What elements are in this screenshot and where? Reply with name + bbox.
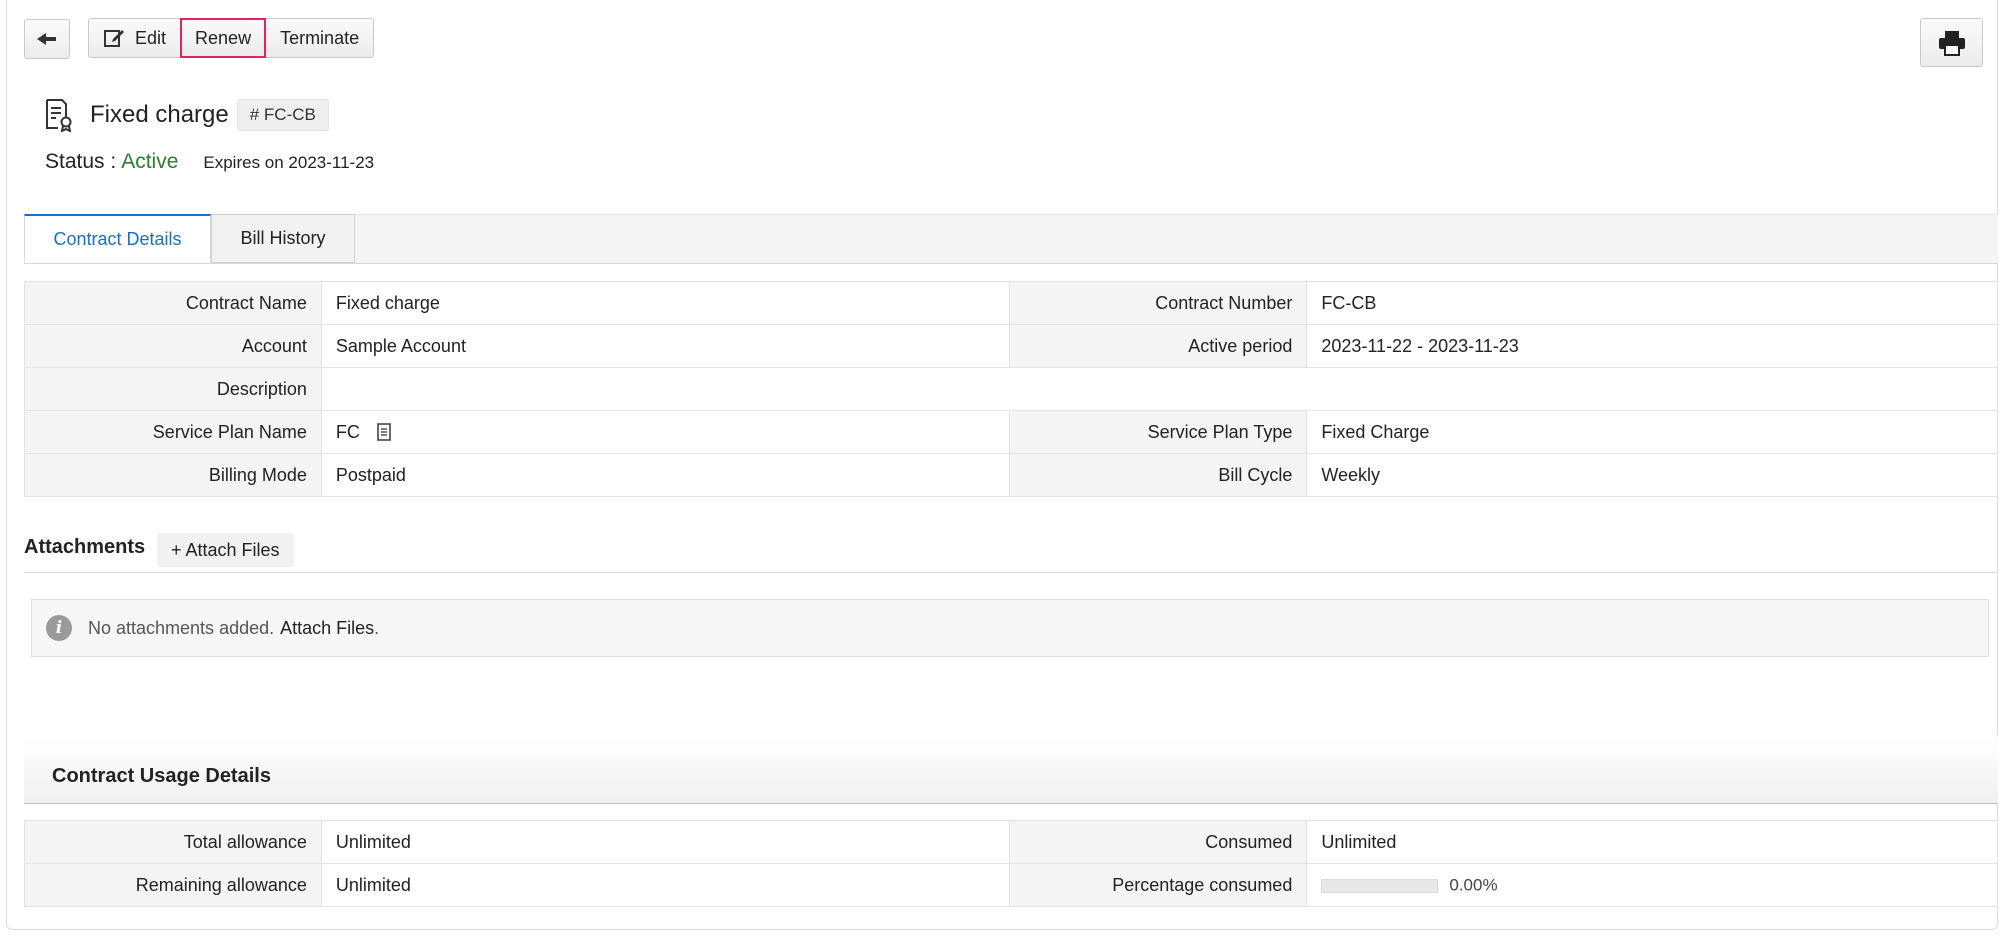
attachments-empty-suffix: .	[374, 617, 380, 638]
service-plan-name-cell: FC	[320, 410, 1011, 454]
contract-header: Fixed charge # FC-CB	[44, 98, 329, 132]
percentage-consumed-label: Percentage consumed	[1009, 863, 1308, 907]
table-row: Remaining allowance Unlimited Percentage…	[24, 863, 1998, 907]
table-row: Account Sample Account Active period 202…	[24, 324, 1998, 368]
active-period-label: Active period	[1009, 324, 1308, 368]
action-button-group: Edit Renew Terminate	[88, 18, 375, 58]
usage-title: Contract Usage Details	[52, 765, 271, 787]
contract-number-value: FC-CB	[1306, 281, 1998, 325]
service-plan-type-label: Service Plan Type	[1009, 410, 1308, 454]
renew-label: Renew	[195, 27, 252, 48]
usage-progress-bar	[1321, 878, 1439, 893]
billing-mode-label: Billing Mode	[24, 453, 322, 497]
edit-icon	[104, 30, 124, 47]
status-value: Active	[121, 150, 179, 173]
back-button[interactable]	[24, 19, 70, 59]
consumed-label: Consumed	[1009, 820, 1308, 864]
description-label: Description	[24, 367, 322, 411]
table-row: Contract Name Fixed charge Contract Numb…	[24, 281, 1998, 325]
info-icon: i	[46, 615, 72, 641]
account-value: Sample Account	[320, 324, 1011, 368]
bill-cycle-value: Weekly	[1306, 453, 1998, 497]
billing-mode-value: Postpaid	[320, 453, 1011, 497]
contract-name-label: Contract Name	[24, 281, 322, 325]
edit-button[interactable]: Edit	[88, 18, 182, 58]
status-row: Status : Active Expires on 2023-11-23	[45, 150, 374, 174]
attachments-empty-text: No attachments added.	[88, 617, 275, 638]
tab-bar: Contract Details Bill History	[24, 214, 1998, 264]
remaining-allowance-value: Unlimited	[320, 863, 1011, 907]
tab-contract-details[interactable]: Contract Details	[24, 214, 211, 263]
tab-bill-history[interactable]: Bill History	[211, 214, 355, 263]
attachments-title: Attachments	[24, 536, 146, 558]
document-icon[interactable]	[377, 422, 391, 441]
description-value	[320, 367, 1999, 411]
usage-header: Contract Usage Details	[24, 735, 1998, 804]
active-period-value: 2023-11-22 - 2023-11-23	[1306, 324, 1998, 368]
status-label: Status :	[45, 150, 117, 173]
print-button[interactable]	[1920, 18, 1983, 67]
contract-name-value: Fixed charge	[320, 281, 1011, 325]
contract-certificate-icon	[46, 99, 72, 132]
attach-files-link[interactable]: Attach Files	[280, 618, 374, 639]
bill-cycle-label: Bill Cycle	[1009, 453, 1308, 497]
contract-details-table: Contract Name Fixed charge Contract Numb…	[24, 281, 1999, 497]
usage-table: Total allowance Unlimited Consumed Unlim…	[24, 820, 1998, 907]
total-allowance-value: Unlimited	[320, 820, 1011, 864]
service-plan-name-value: FC	[335, 421, 360, 442]
expiry-text: Expires on 2023-11-23	[203, 153, 375, 172]
consumed-value: Unlimited	[1306, 820, 1998, 864]
attachments-empty-message: i No attachments added. Attach Files.	[31, 599, 1989, 657]
attach-files-button[interactable]: + Attach Files	[157, 533, 294, 567]
contract-number-badge: # FC-CB	[236, 99, 329, 131]
service-plan-name-label: Service Plan Name	[24, 410, 322, 454]
total-allowance-label: Total allowance	[24, 820, 322, 864]
table-row: Billing Mode Postpaid Bill Cycle Weekly	[24, 453, 1998, 497]
table-row: Total allowance Unlimited Consumed Unlim…	[24, 820, 1998, 864]
terminate-button[interactable]: Terminate	[265, 18, 375, 58]
table-row: Service Plan Name FC Service Plan Type F…	[24, 410, 1998, 454]
printer-icon	[1938, 30, 1965, 56]
table-row: Description	[24, 367, 1999, 411]
account-label: Account	[24, 324, 322, 368]
arrow-left-icon	[37, 33, 56, 45]
contract-number-label: Contract Number	[1009, 281, 1308, 325]
attachments-header: Attachments + Attach Files	[24, 530, 1998, 573]
percentage-consumed-cell: 0.00%	[1306, 863, 1998, 907]
terminate-label: Terminate	[280, 27, 360, 48]
percentage-consumed-value: 0.00%	[1449, 875, 1498, 895]
renew-button[interactable]: Renew	[180, 18, 267, 58]
edit-label: Edit	[135, 27, 167, 48]
service-plan-type-value: Fixed Charge	[1306, 410, 1998, 454]
page-title: Fixed charge	[90, 101, 229, 128]
remaining-allowance-label: Remaining allowance	[24, 863, 322, 907]
